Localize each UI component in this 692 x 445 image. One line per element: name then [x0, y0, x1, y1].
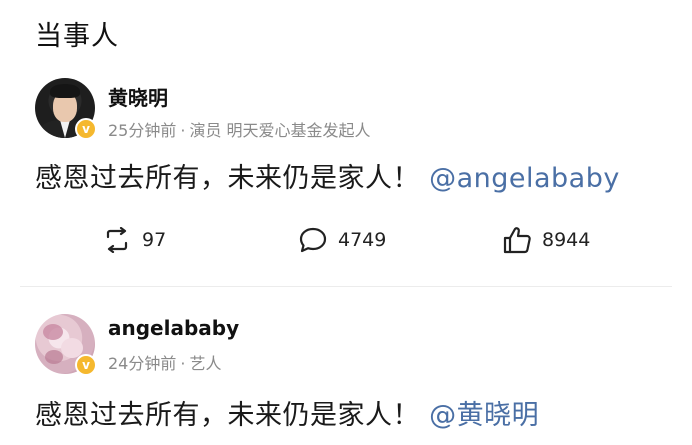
post: v angelababy 24分钟前 · 艺人 感恩过去所有，未来仍是家人！ @黄晓… — [0, 300, 692, 445]
verified-badge-icon: v — [75, 354, 97, 376]
comment-count: 4749 — [338, 229, 387, 251]
post-body: 感恩过去所有，未来仍是家人！ — [35, 163, 420, 194]
like-button[interactable]: 8944 — [502, 222, 590, 258]
user-description: 艺人 — [189, 354, 222, 373]
comment-button[interactable]: 4749 — [298, 222, 386, 258]
meta-separator: · — [180, 121, 186, 140]
username[interactable]: 黄晓明 — [108, 82, 168, 111]
user-description: 演员 明天爱心基金发起人 — [189, 121, 371, 140]
avatar[interactable]: v — [35, 314, 97, 376]
repost-count: 97 — [142, 229, 167, 251]
meta-separator: · — [180, 354, 186, 373]
post-meta: 25分钟前 · 演员 明天爱心基金发起人 — [108, 117, 371, 141]
post-time: 25分钟前 — [108, 121, 177, 140]
like-count: 8944 — [542, 229, 591, 251]
avatar[interactable]: v — [35, 78, 97, 140]
like-icon — [503, 227, 531, 254]
mention-link[interactable]: @黄晓明 — [429, 400, 539, 431]
username[interactable]: angelababy — [108, 316, 239, 340]
mention-link[interactable]: @angelababy — [429, 163, 620, 194]
repost-icon — [106, 227, 128, 253]
post-text: 感恩过去所有，未来仍是家人！ @黄晓明 — [35, 393, 539, 432]
post-meta: 24分钟前 · 艺人 — [108, 350, 221, 374]
action-bar: 97 4749 8944 — [0, 222, 692, 258]
verified-badge-icon: v — [75, 118, 97, 140]
post-text: 感恩过去所有，未来仍是家人！ @angelababy — [35, 156, 620, 195]
repost-button[interactable]: 97 — [102, 222, 166, 258]
divider — [20, 286, 672, 287]
post-body: 感恩过去所有，未来仍是家人！ — [35, 400, 420, 431]
section-title: 当事人 — [35, 21, 119, 52]
post: v 黄晓明 25分钟前 · 演员 明天爱心基金发起人 感恩过去所有，未来仍是家人！ … — [0, 72, 692, 288]
comment-icon — [299, 227, 327, 253]
post-time: 24分钟前 — [108, 354, 177, 373]
